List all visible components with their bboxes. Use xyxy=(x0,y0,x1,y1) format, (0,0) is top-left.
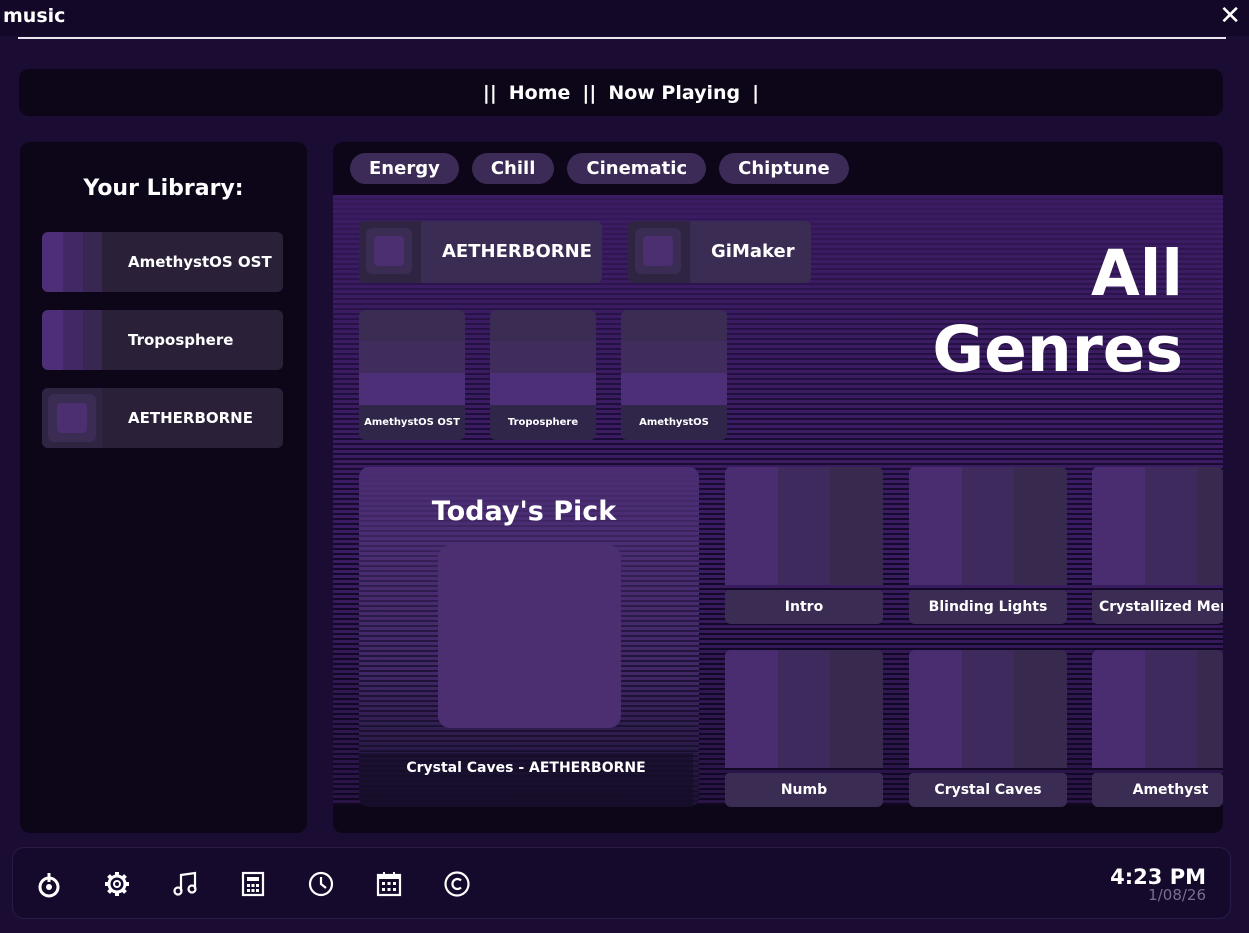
panel-bottom xyxy=(333,805,1223,833)
nav-separator: || xyxy=(482,81,497,104)
close-button[interactable]: ✕ xyxy=(1219,2,1241,30)
library-item-troposphere[interactable]: Troposphere xyxy=(42,310,283,370)
settings-icon[interactable] xyxy=(103,870,131,898)
track-card-crystallized-memories[interactable]: Crystallized Memories xyxy=(1092,467,1223,624)
heading-line-1: All xyxy=(1091,237,1183,310)
track-label: Intro xyxy=(725,590,883,624)
music-icon[interactable] xyxy=(171,870,199,898)
clock-date: 1/08/26 xyxy=(1148,886,1206,904)
calculator-icon[interactable] xyxy=(239,870,267,898)
track-label: Blinding Lights xyxy=(909,590,1067,624)
launcher-icon[interactable] xyxy=(35,870,63,898)
browse-panel: Energy Chill Cinematic Chiptune AETHERBO… xyxy=(333,142,1223,833)
clock-time: 4:23 PM xyxy=(1110,865,1206,889)
artist-thumbnail xyxy=(359,221,421,283)
artist-name: GiMaker xyxy=(711,241,795,262)
library-item-label: AmethystOS OST xyxy=(128,253,272,271)
track-label: Amethyst xyxy=(1092,773,1223,807)
todays-pick-title: Today's Pick xyxy=(431,496,617,527)
album-card-amethystos-extras[interactable]: AmethystOS Extras xyxy=(621,310,727,440)
artist-thumbnail xyxy=(628,221,690,283)
artist-name: AETHERBORNE xyxy=(442,241,592,262)
app-title: music xyxy=(3,5,66,27)
library-title: Your Library: xyxy=(83,176,244,201)
library-panel: Your Library: AmethystOS OST Troposphere… xyxy=(20,142,307,833)
taskbar: 4:23 PM 1/08/26 xyxy=(12,847,1231,919)
track-card-blinding-lights[interactable]: Blinding Lights xyxy=(909,467,1067,624)
genre-tab-chill[interactable]: Chill xyxy=(471,153,555,184)
track-card-numb[interactable]: Numb xyxy=(725,650,883,807)
copyright-icon[interactable] xyxy=(443,870,471,898)
page-heading: All Genres xyxy=(932,236,1183,388)
library-item-label: Troposphere xyxy=(128,331,234,349)
genre-tabs: Energy Chill Cinematic Chiptune xyxy=(350,153,862,184)
calendar-icon[interactable] xyxy=(375,870,403,898)
nav-separator: || xyxy=(582,81,597,104)
todays-pick-caption: Crystal Caves - AETHERBORNE xyxy=(359,753,693,807)
todays-pick-card: Today's Pick Crystal Caves - AETHERBORNE xyxy=(359,467,699,807)
title-divider xyxy=(18,37,1226,39)
album-card-amethystos-ost[interactable]: AmethystOS OST xyxy=(359,310,465,440)
genre-tab-cinematic[interactable]: Cinematic xyxy=(567,153,707,184)
nav-separator: | xyxy=(752,81,760,104)
library-item-amethystos-ost[interactable]: AmethystOS OST xyxy=(42,232,283,292)
track-label: Crystallized Memories xyxy=(1092,590,1223,624)
artist-card-gimaker[interactable]: GiMaker xyxy=(628,221,811,283)
track-card-amethyst[interactable]: Amethyst xyxy=(1092,650,1223,807)
album-label: AmethystOS OST xyxy=(359,405,465,440)
library-item-label: AETHERBORNE xyxy=(128,409,253,427)
library-item-aetherborne[interactable]: AETHERBORNE xyxy=(42,388,283,448)
artist-card-aetherborne[interactable]: AETHERBORNE xyxy=(359,221,602,283)
album-thumbnail xyxy=(42,310,102,370)
nav-home[interactable]: Home xyxy=(509,82,571,104)
top-nav: || Home || Now Playing | xyxy=(19,69,1223,116)
title-bar: music ✕ xyxy=(0,0,1249,36)
album-thumbnail xyxy=(42,232,102,292)
track-label: Numb xyxy=(725,773,883,807)
artist-thumbnail xyxy=(42,388,102,448)
track-card-intro[interactable]: Intro xyxy=(725,467,883,624)
clock-icon[interactable] xyxy=(307,870,335,898)
genre-tab-chiptune[interactable]: Chiptune xyxy=(719,153,849,184)
album-label: Troposphere xyxy=(490,405,596,440)
todays-pick-artwork[interactable] xyxy=(438,545,621,728)
album-card-troposphere[interactable]: Troposphere xyxy=(490,310,596,440)
track-card-crystal-caves[interactable]: Crystal Caves xyxy=(909,650,1067,807)
genre-tab-energy[interactable]: Energy xyxy=(350,153,459,184)
heading-line-2: Genres xyxy=(932,313,1183,386)
nav-now-playing[interactable]: Now Playing xyxy=(608,82,740,104)
track-label: Crystal Caves xyxy=(909,773,1067,807)
album-label: AmethystOS Extras xyxy=(621,405,727,440)
